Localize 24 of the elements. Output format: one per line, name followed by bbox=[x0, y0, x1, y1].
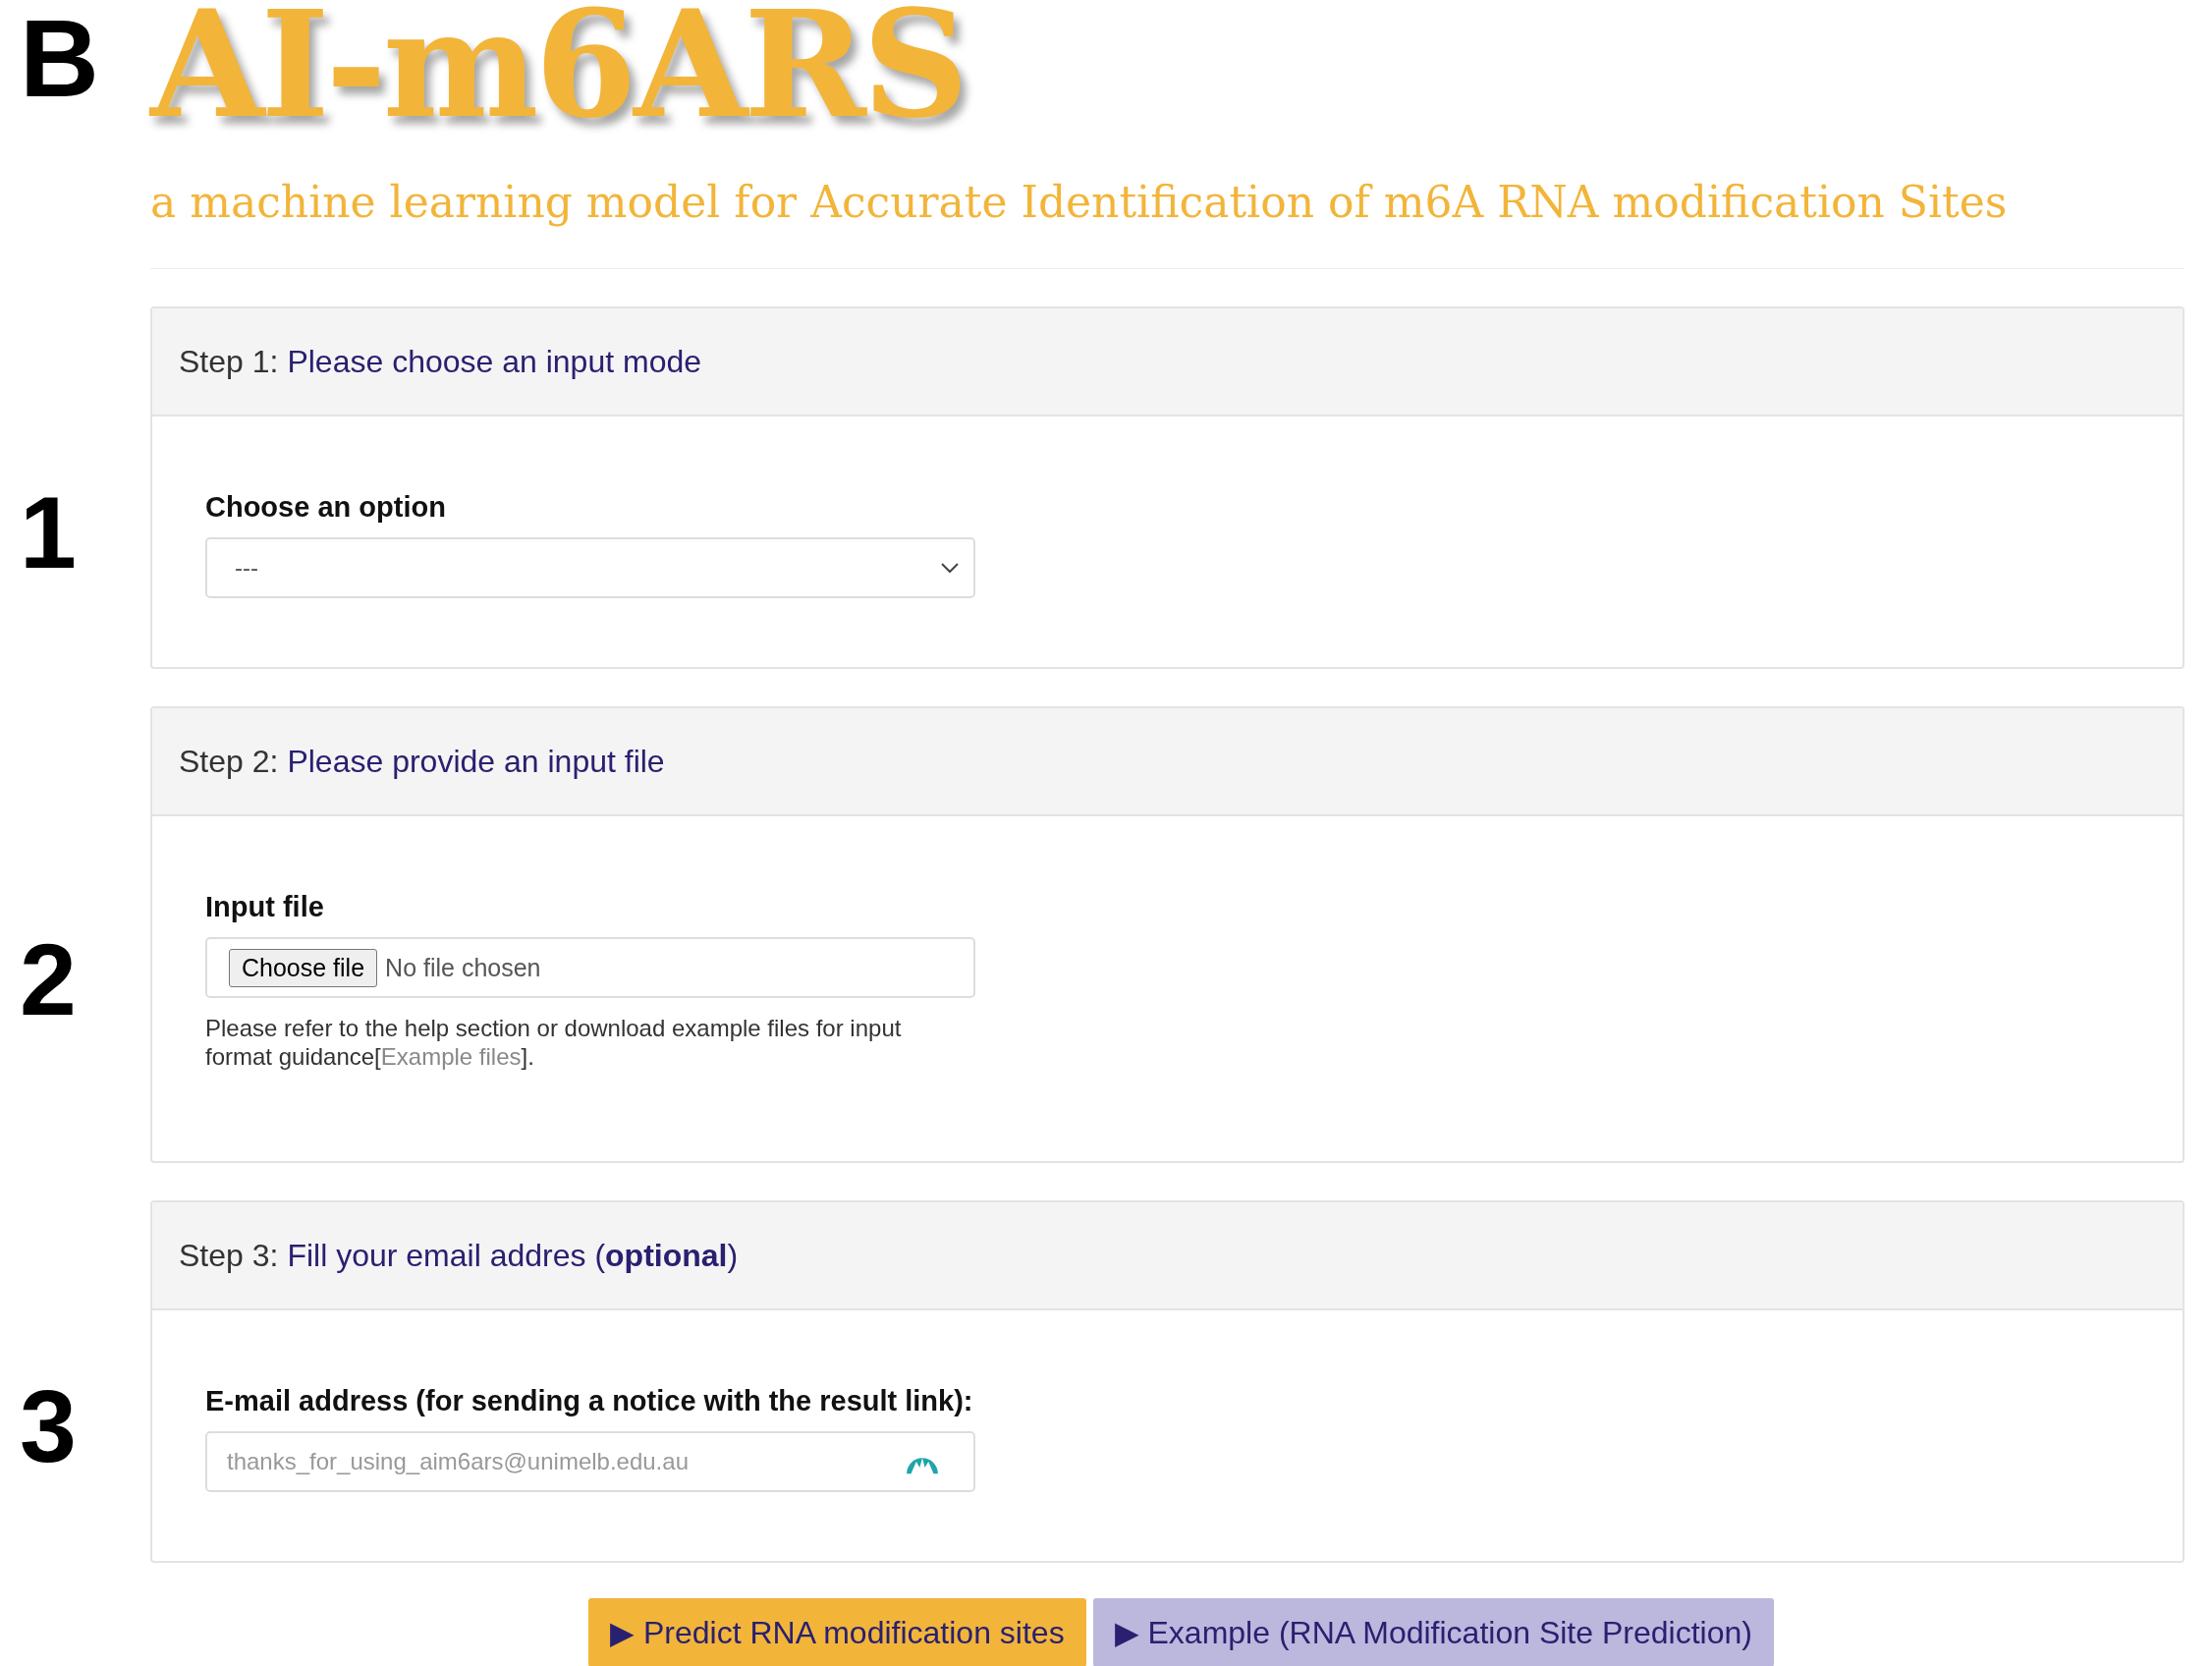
chevron-icon bbox=[940, 562, 960, 574]
field-label: Input file bbox=[205, 891, 325, 923]
email-field[interactable]: thanks_for_using_aim6ars@unimelb.edu.au bbox=[205, 1431, 975, 1492]
action-button[interactable]: ▶ Example (RNA Modification Site Prediction) bbox=[1092, 1598, 1774, 1666]
figure-label: B bbox=[19, 0, 100, 114]
step-number: Step 2: bbox=[179, 743, 279, 780]
step-heading: Please provide an input file bbox=[287, 743, 665, 780]
figure-label: 3 bbox=[19, 1367, 78, 1477]
figure-label: 2 bbox=[19, 920, 78, 1030]
step-number: Step 3: bbox=[179, 1237, 279, 1274]
help-text: Please refer to the help section or download example files for input format guidance[Example files]. bbox=[205, 1014, 903, 1071]
figure-label: 1 bbox=[19, 473, 78, 583]
field-label: Choose an option bbox=[205, 491, 447, 524]
site-subtitle: a machine learning model for Accurate Identification of m6A RNA modification Sites bbox=[150, 177, 2009, 227]
site-title: AI-m6ARS bbox=[150, 0, 967, 128]
example-files-link[interactable]: Example files bbox=[380, 1043, 522, 1070]
choose-file-button[interactable]: Choose file bbox=[229, 948, 378, 987]
action-button[interactable]: ▶ Predict RNA modification sites bbox=[588, 1598, 1086, 1666]
step-number: Step 1: bbox=[179, 343, 279, 380]
field-label: E-mail address (for sending a notice with the result link): bbox=[205, 1385, 974, 1417]
step-heading: Fill your email addres (optional) bbox=[287, 1237, 739, 1274]
step-heading: Please choose an input mode bbox=[287, 343, 702, 380]
file-status: No file chosen bbox=[385, 953, 541, 982]
select-field[interactable]: --- bbox=[205, 537, 975, 598]
